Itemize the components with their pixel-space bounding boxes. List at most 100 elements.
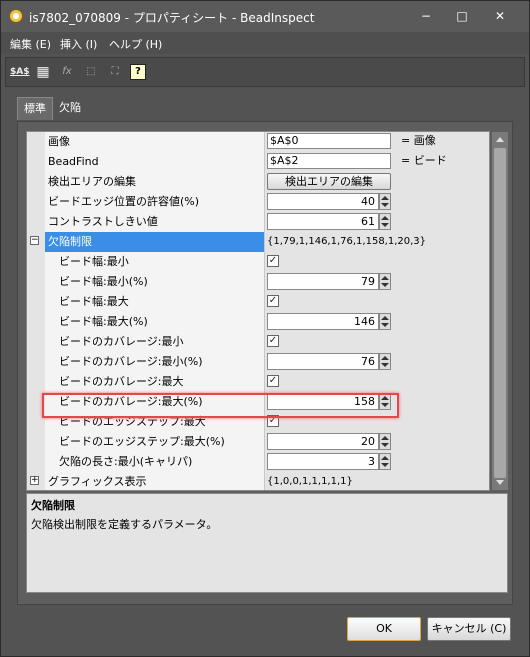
table-icon[interactable]: ▦ (34, 63, 52, 81)
grid-scrollbar[interactable] (492, 132, 508, 490)
property-name[interactable]: ビード幅:最大 (45, 292, 265, 312)
property-name[interactable]: 検出エリアの編集 (45, 172, 265, 192)
spin-up-icon[interactable] (381, 356, 389, 360)
menu-bar: 編集 (E) 挿入 (I) ヘルプ (H) (1, 32, 529, 54)
spinner[interactable] (379, 273, 391, 290)
property-row[interactable]: 画像 $A$0 = 画像 (27, 132, 489, 152)
menu-insert[interactable]: 挿入 (I) (60, 36, 97, 52)
property-row[interactable]: ビードのカバレージ:最小 ✓ (27, 332, 489, 352)
property-row[interactable]: ビードのエッジステップ:最大(%) 20 (27, 432, 489, 452)
checkbox[interactable]: ✓ (267, 335, 279, 347)
property-row[interactable]: ビード幅:最大(%) 146 (27, 312, 489, 332)
spin-down-icon[interactable] (381, 223, 389, 227)
number-field[interactable]: 3 (267, 453, 379, 470)
spin-up-icon[interactable] (381, 456, 389, 460)
property-name[interactable]: 欠陥制限 (45, 232, 265, 252)
property-name[interactable]: グラフィックス表示 (45, 472, 265, 490)
edit-area-button[interactable]: 検出エリアの編集 (267, 173, 391, 190)
spinner[interactable] (379, 433, 391, 450)
spin-up-icon[interactable] (381, 216, 389, 220)
property-row[interactable]: + グラフィックス表示 {1,0,0,1,1,1,1,1} (27, 472, 489, 490)
title-bar[interactable]: is7802_070809 - プロパティシート - BeadInspect −… (1, 1, 529, 32)
property-row[interactable]: − 欠陥制限 {1,79,1,146,1,76,1,158,1,20,3} (27, 232, 489, 252)
text-value-field[interactable]: $A$2 (267, 153, 391, 169)
spin-down-icon[interactable] (381, 363, 389, 367)
spin-down-icon[interactable] (381, 323, 389, 327)
minimize-button[interactable]: − (413, 7, 439, 25)
property-name[interactable]: 欠陥の長さ:最小(キャリパ) (45, 452, 265, 472)
property-row[interactable]: ビードのカバレージ:最小(%) 76 (27, 352, 489, 372)
row-gutter (27, 252, 45, 272)
help-icon[interactable]: ? (130, 64, 146, 80)
number-field[interactable]: 61 (267, 213, 379, 230)
close-button[interactable]: ✕ (487, 7, 513, 25)
checkbox[interactable]: ✓ (267, 295, 279, 307)
property-row[interactable]: ビード幅:最小(%) 79 (27, 272, 489, 292)
cell-ref-icon[interactable]: $A$ (10, 63, 30, 81)
spin-down-icon[interactable] (381, 463, 389, 467)
property-row[interactable]: BeadFind $A$2 = ビード (27, 152, 489, 172)
property-name[interactable]: ビードのカバレージ:最小 (45, 332, 265, 352)
spin-down-icon[interactable] (381, 443, 389, 447)
function-icon[interactable]: fx (58, 63, 76, 81)
row-gutter (27, 352, 45, 372)
property-value-cell: 20 (265, 432, 489, 452)
maximize-button[interactable]: □ (449, 7, 475, 25)
spin-down-icon[interactable] (381, 283, 389, 287)
number-field[interactable]: 76 (267, 353, 379, 370)
text-value-field[interactable]: $A$0 (267, 133, 391, 149)
property-name[interactable]: 画像 (45, 132, 265, 152)
collapse-icon[interactable]: − (30, 236, 39, 245)
checkbox[interactable]: ✓ (267, 255, 279, 267)
number-field[interactable]: 79 (267, 273, 379, 290)
row-gutter (27, 452, 45, 472)
property-row[interactable]: ビード幅:最小 ✓ (27, 252, 489, 272)
spin-up-icon[interactable] (381, 276, 389, 280)
checkbox[interactable]: ✓ (267, 375, 279, 387)
select-region-icon[interactable]: ⬚ (82, 63, 100, 81)
group-summary-value: {1,79,1,146,1,76,1,158,1,20,3} (267, 236, 427, 247)
spin-up-icon[interactable] (381, 316, 389, 320)
row-gutter (27, 152, 45, 172)
number-field[interactable]: 40 (267, 193, 379, 210)
cancel-button[interactable]: キャンセル (C) (427, 617, 511, 641)
number-field[interactable]: 20 (267, 433, 379, 450)
fit-region-icon[interactable]: ⛶ (106, 63, 124, 81)
spinner[interactable] (379, 193, 391, 210)
property-name[interactable]: ビードのエッジステップ:最大(%) (45, 432, 265, 452)
spinner[interactable] (379, 353, 391, 370)
number-field[interactable]: 146 (267, 313, 379, 330)
scroll-up-icon[interactable] (496, 137, 504, 142)
spin-down-icon[interactable] (381, 203, 389, 207)
menu-help[interactable]: ヘルプ (H) (109, 36, 162, 52)
scroll-thumb[interactable] (494, 148, 506, 478)
property-name[interactable]: ビードのカバレージ:最大 (45, 372, 265, 392)
spinner[interactable] (379, 213, 391, 230)
property-name[interactable]: ビード幅:最大(%) (45, 312, 265, 332)
property-row[interactable]: 欠陥の長さ:最小(キャリパ) 3 (27, 452, 489, 472)
tab-standard[interactable]: 標準 (17, 97, 53, 120)
property-row[interactable]: ビード幅:最大 ✓ (27, 292, 489, 312)
spin-up-icon[interactable] (381, 196, 389, 200)
tab-defect[interactable]: 欠陥 (53, 97, 87, 119)
property-name[interactable]: コントラストしきい値 (45, 212, 265, 232)
scroll-down-icon[interactable] (496, 480, 504, 485)
property-row[interactable]: コントラストしきい値 61 (27, 212, 489, 232)
property-name[interactable]: ビードエッジ位置の許容値(%) (45, 192, 265, 212)
property-name[interactable]: ビード幅:最小 (45, 252, 265, 272)
property-name[interactable]: BeadFind (45, 152, 265, 172)
property-name[interactable]: ビードのカバレージ:最小(%) (45, 352, 265, 372)
property-row[interactable]: 検出エリアの編集 検出エリアの編集 (27, 172, 489, 192)
spin-up-icon[interactable] (381, 436, 389, 440)
property-row[interactable]: ビードエッジ位置の許容値(%) 40 (27, 192, 489, 212)
property-value-cell: $A$2 = ビード (265, 152, 489, 172)
menu-edit[interactable]: 編集 (E) (10, 36, 51, 52)
ok-button[interactable]: OK (347, 617, 421, 641)
row-gutter (27, 172, 45, 192)
expand-icon[interactable]: + (30, 476, 39, 485)
property-name[interactable]: ビード幅:最小(%) (45, 272, 265, 292)
spinner[interactable] (379, 453, 391, 470)
spinner[interactable] (379, 313, 391, 330)
description-panel: 欠陥制限 欠陥検出制限を定義するパラメータ。 (26, 493, 508, 593)
property-row[interactable]: ビードのカバレージ:最大 ✓ (27, 372, 489, 392)
